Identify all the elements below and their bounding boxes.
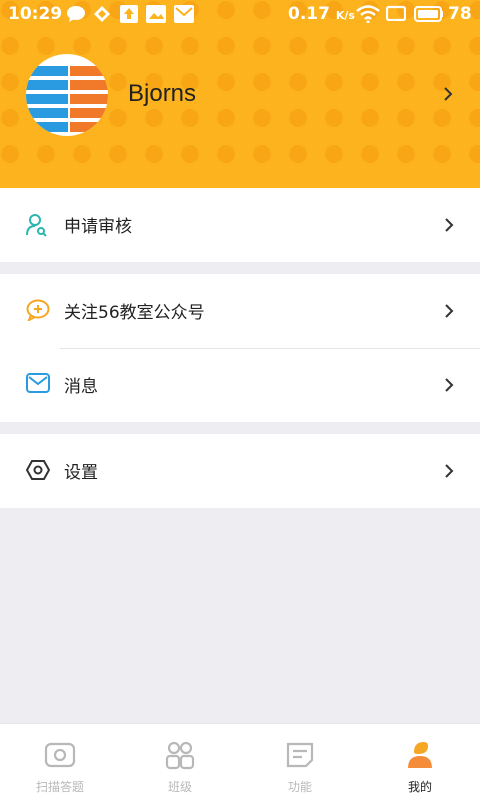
menu-item-messages[interactable]: 消息 [0, 348, 480, 422]
pattern-dot [325, 109, 343, 127]
pattern-dot [217, 37, 235, 55]
chevron-right-icon [445, 378, 454, 392]
pattern-dot [37, 145, 55, 163]
pattern-dot [109, 145, 127, 163]
pattern-dot [433, 109, 451, 127]
portrait-lock-icon [386, 5, 406, 21]
pattern-dot [325, 73, 343, 91]
avatar[interactable] [26, 54, 108, 136]
menu-label-messages: 消息 [64, 377, 98, 397]
profile-icon [408, 742, 432, 768]
pattern-dot [433, 37, 451, 55]
sync-notification-icon [94, 6, 110, 22]
settings-section: 设置 [0, 434, 480, 508]
apply-review-section: 申请审核 [0, 188, 480, 262]
menu-item-apply-review[interactable]: 申请审核 [0, 188, 480, 262]
username[interactable]: Bjorns [128, 80, 196, 108]
chevron-right-icon [445, 304, 454, 318]
pattern-dot [397, 37, 415, 55]
upload-notification-icon [120, 5, 138, 23]
pattern-dot [253, 109, 271, 127]
pattern-dot [469, 73, 480, 91]
tab-label-profile: 我的 [407, 780, 432, 794]
menu-label-apply-review: 申请审核 [64, 217, 132, 237]
pattern-dot [181, 145, 199, 163]
pattern-dot [37, 37, 55, 55]
menu-item-settings[interactable]: 设置 [0, 434, 480, 508]
menu-label-follow-account: 关注56教室公众号 [64, 303, 205, 323]
pattern-dot [289, 73, 307, 91]
pattern-dot [469, 145, 480, 163]
tab-profile[interactable]: 我的 [360, 724, 480, 801]
mail-notification-icon [174, 5, 194, 23]
tab-function[interactable]: 功能 [240, 724, 360, 801]
tab-label-class: 班级 [167, 780, 192, 794]
pattern-dot [217, 145, 235, 163]
pattern-dot [73, 145, 91, 163]
bottom-tab-bar: 扫描答题 班级 功能 我的 [0, 723, 480, 801]
pattern-dot [469, 37, 480, 55]
pattern-dot [397, 145, 415, 163]
function-icon [286, 742, 314, 768]
pattern-dot [145, 145, 163, 163]
pattern-dot [73, 37, 91, 55]
pattern-dot [181, 37, 199, 55]
chat-notification-icon [67, 6, 85, 22]
pattern-dot [289, 145, 307, 163]
pattern-dot [397, 109, 415, 127]
menu-item-follow-account[interactable]: 关注56教室公众号 [0, 274, 480, 348]
pattern-dot [397, 73, 415, 91]
pattern-dot [109, 37, 127, 55]
pattern-dot [361, 37, 379, 55]
menu-label-settings: 设置 [64, 463, 98, 483]
user-search-icon [26, 214, 47, 237]
pattern-dot [253, 145, 271, 163]
pattern-dot [1, 73, 19, 91]
pattern-dot [217, 109, 235, 127]
scan-icon [44, 742, 76, 768]
info-section: 关注56教室公众号 消息 [0, 274, 480, 422]
chevron-right-icon [445, 218, 454, 232]
battery-level: 78 [448, 4, 472, 24]
tab-label-function: 功能 [287, 780, 312, 794]
pattern-dot [145, 109, 163, 127]
class-list-thumbnail-icon [26, 66, 108, 132]
profile-header: 10:29 0.17 K/s 78 Bjorns [0, 0, 480, 188]
pattern-dot [361, 73, 379, 91]
envelope-icon [26, 373, 50, 393]
chevron-right-icon [445, 464, 454, 478]
chevron-right-icon[interactable] [442, 86, 454, 102]
pattern-dot [253, 73, 271, 91]
pattern-dot [325, 37, 343, 55]
pattern-dot [289, 109, 307, 127]
pattern-dot [325, 145, 343, 163]
pattern-dot [469, 109, 480, 127]
pattern-dot [289, 37, 307, 55]
pattern-dot [145, 37, 163, 55]
network-speed: 0.17 K/s [288, 4, 355, 24]
wifi-icon [356, 5, 380, 23]
status-bar: 10:29 0.17 K/s 78 [0, 0, 480, 30]
pattern-dot [433, 145, 451, 163]
pattern-dot [109, 109, 127, 127]
pattern-dot [1, 145, 19, 163]
chat-bubble-icon [26, 299, 50, 321]
tab-label-scan: 扫描答题 [35, 780, 84, 794]
tab-scan[interactable]: 扫描答题 [0, 724, 120, 801]
tab-class[interactable]: 班级 [120, 724, 240, 801]
pattern-dot [253, 37, 271, 55]
image-notification-icon [146, 5, 166, 23]
battery-icon [414, 6, 443, 22]
settings-hexagon-icon [26, 460, 50, 480]
pattern-dot [1, 37, 19, 55]
pattern-dot [361, 109, 379, 127]
class-icon [165, 741, 195, 770]
pattern-dot [1, 109, 19, 127]
pattern-dot [361, 145, 379, 163]
pattern-dot [109, 73, 127, 91]
pattern-dot [217, 73, 235, 91]
status-time: 10:29 [8, 4, 63, 24]
pattern-dot [181, 109, 199, 127]
